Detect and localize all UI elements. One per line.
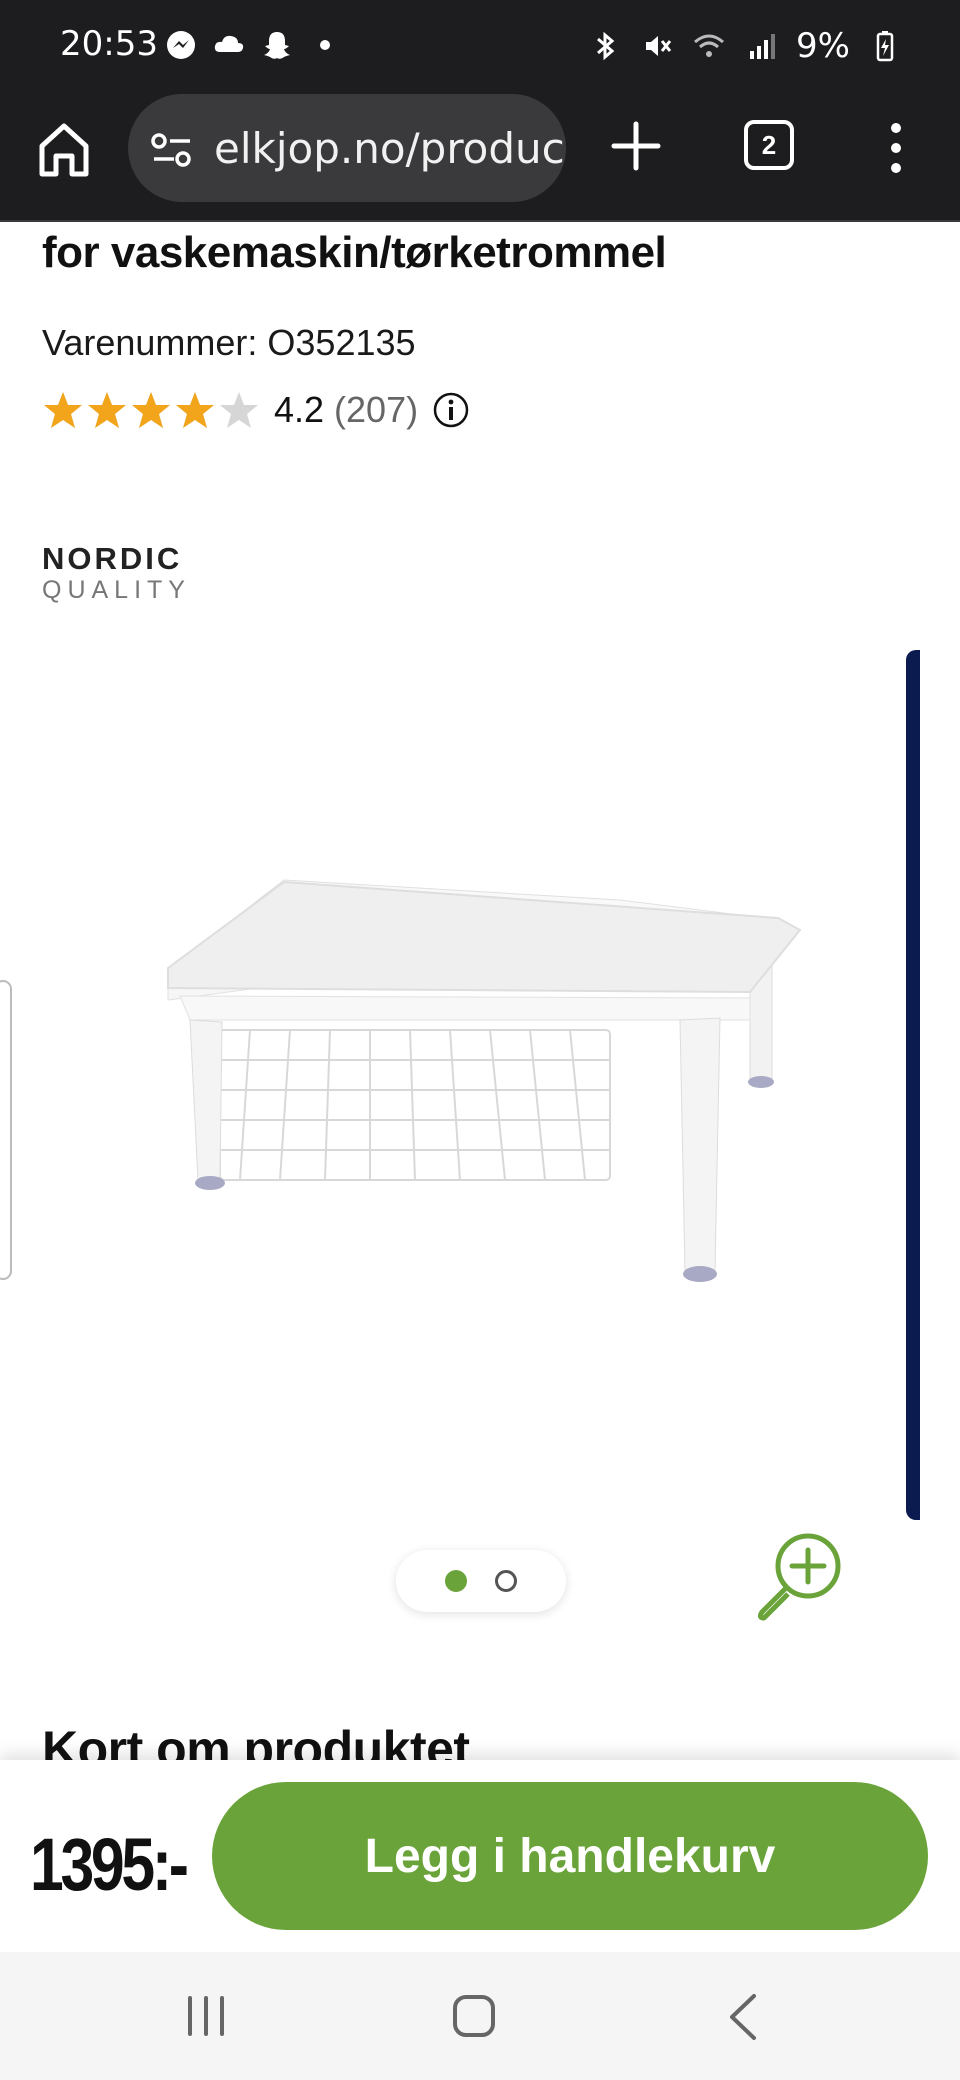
dot-icon <box>320 40 330 50</box>
rating-value: 4.2 <box>274 389 325 430</box>
wifi-icon <box>694 34 725 57</box>
product-sku: Varenummer: O352135 <box>42 322 416 363</box>
add-to-cart-button[interactable]: Legg i handlekurv <box>212 1782 928 1930</box>
battery-icon <box>876 31 894 62</box>
brand-logo[interactable]: NORDIC QUALITY <box>42 541 202 605</box>
more-menu-icon[interactable] <box>884 118 908 178</box>
system-nav-bar <box>0 1952 960 2080</box>
brand-name: NORDIC <box>42 541 183 576</box>
carousel-dot-active[interactable] <box>445 1570 467 1592</box>
tab-switcher-button[interactable]: 2 <box>744 120 794 170</box>
product-image[interactable] <box>160 870 840 1370</box>
zoom-in-icon[interactable] <box>752 1528 848 1624</box>
messenger-icon <box>167 31 195 59</box>
status-time: 20:53 <box>60 24 158 64</box>
star-filled-icon <box>132 392 170 428</box>
rating-stars <box>42 389 260 431</box>
address-bar[interactable]: elkjop.no/product <box>128 94 566 202</box>
rating-count[interactable]: (207) <box>334 389 418 431</box>
star-filled-icon <box>88 392 126 428</box>
status-notification-icons <box>164 28 342 62</box>
signal-icon <box>750 34 776 59</box>
new-tab-icon[interactable] <box>610 120 662 172</box>
home-icon[interactable] <box>36 120 92 180</box>
info-icon[interactable] <box>432 391 470 429</box>
mute-icon <box>646 36 672 56</box>
site-settings-icon[interactable] <box>150 130 194 170</box>
back-icon[interactable] <box>728 1992 758 2042</box>
carousel-pagination <box>396 1550 566 1612</box>
brand-subname: QUALITY <box>42 576 191 604</box>
nav-home-icon[interactable] <box>452 1994 496 2038</box>
star-filled-icon <box>44 392 82 428</box>
side-panel-edge[interactable] <box>906 650 920 1520</box>
star-empty-icon <box>220 392 258 428</box>
product-image-carousel[interactable] <box>0 640 960 1630</box>
recents-icon[interactable] <box>184 1994 228 2038</box>
buy-bar: 1395:- Legg i handlekurv <box>0 1760 960 1952</box>
carousel-dot[interactable] <box>495 1570 517 1592</box>
product-price: 1395:- <box>30 1823 189 1906</box>
cloud-icon <box>214 35 244 52</box>
bluetooth-icon <box>597 31 615 61</box>
battery-percent: 9% <box>796 26 850 66</box>
product-title: for vaskemaskin/tørketrommel <box>42 228 667 277</box>
url-text: elkjop.no/product <box>214 124 566 173</box>
star-filled-icon <box>176 392 214 428</box>
carousel-left-edge[interactable] <box>0 980 12 1280</box>
status-system-icons: 9% <box>588 26 902 66</box>
snapchat-icon <box>264 32 290 59</box>
rating-row[interactable]: 4.2 (207) <box>42 384 470 436</box>
status-bar: 20:53 9% <box>0 0 960 90</box>
browser-toolbar: elkjop.no/product 2 <box>0 90 960 222</box>
